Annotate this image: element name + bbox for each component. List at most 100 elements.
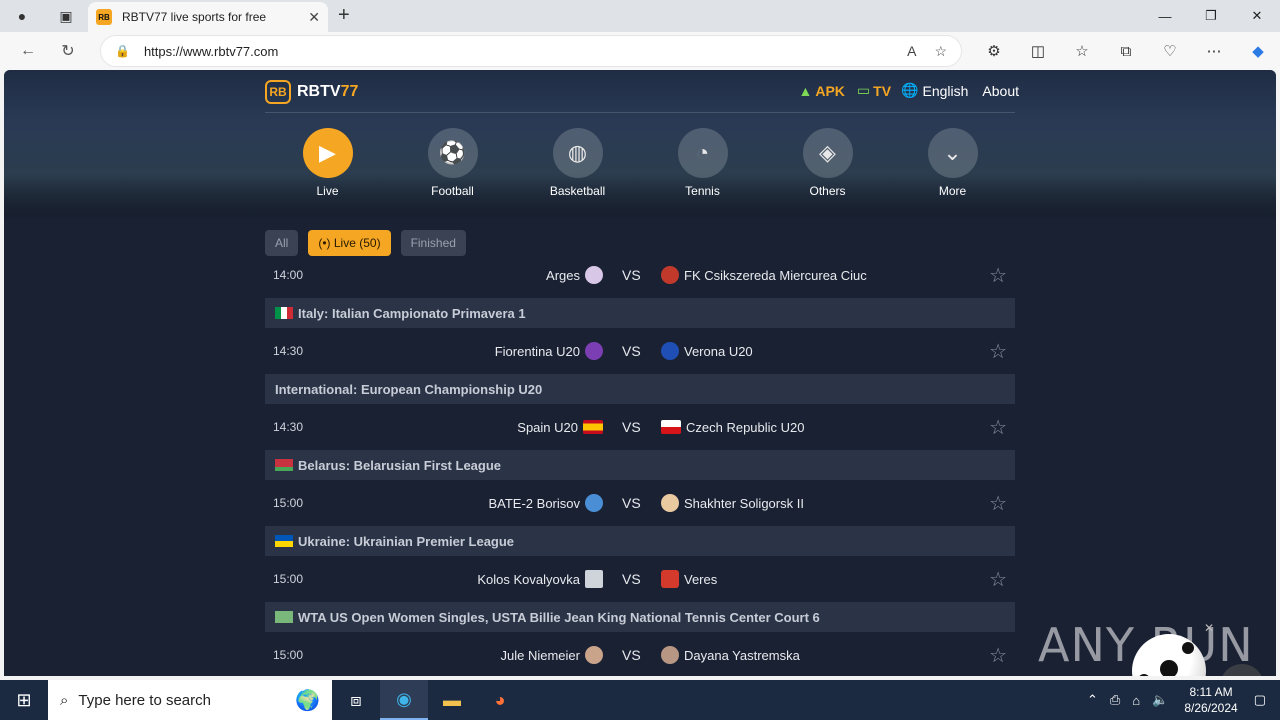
edge-icon[interactable]: ◉ — [380, 680, 428, 720]
vs-label: VS — [622, 647, 641, 663]
volume-icon[interactable]: 🔈 — [1152, 692, 1168, 708]
match-row[interactable]: 14:30 Fiorentina U20 VS Verona U20 ☆ — [265, 336, 1015, 366]
category-basketball[interactable]: ◍ Basketball — [515, 128, 640, 198]
file-explorer-icon[interactable]: ▬ — [428, 680, 476, 720]
notification-icon[interactable]: ▢ — [1254, 692, 1266, 708]
back-icon[interactable]: ← — [8, 35, 48, 67]
home-team: Fiorentina U20 — [495, 342, 603, 360]
favorite-star-icon[interactable]: ☆ — [989, 491, 1007, 516]
tab-title: RBTV77 live sports for free — [122, 10, 267, 24]
favorite-star-icon[interactable]: ☆ — [989, 339, 1007, 364]
player-avatar — [585, 646, 603, 664]
league-name: WTA US Open Women Singles, USTA Billie J… — [298, 609, 820, 625]
apk-link[interactable]: APK — [815, 83, 845, 99]
lock-icon[interactable]: 🔒 — [115, 44, 130, 58]
windows-start-icon[interactable]: ⊞ — [0, 680, 48, 720]
taskbar: ⊞ ⌕ Type here to search 🌍 ⧈ ◉ ▬ ◕ ⌃ ⎙ ⌂ … — [0, 680, 1280, 720]
vs-label: VS — [622, 267, 641, 283]
match-row[interactable]: 15:00 Kolos Kovalyovka VS Veres ☆ — [265, 564, 1015, 594]
about-link[interactable]: About — [982, 83, 1019, 99]
favicon-icon: RB — [96, 9, 112, 25]
league-header: WTA US Open Women Singles, USTA Billie J… — [265, 602, 1015, 632]
league-header: Ukraine: Ukrainian Premier League — [265, 526, 1015, 556]
filter-live[interactable]: (•) Live (50) — [308, 230, 391, 256]
browser-titlebar: ● ▣ RB RBTV77 live sports for free ✕ + —… — [0, 0, 1280, 32]
performance-icon[interactable]: ♡ — [1148, 42, 1192, 60]
italy-flag-icon — [275, 307, 293, 319]
match-row[interactable]: 14:30 Spain U20 VS Czech Republic U20 ☆ — [265, 412, 1015, 442]
away-team: Veres — [661, 570, 717, 588]
match-time: 14:30 — [273, 344, 304, 358]
home-team: Jule Niemeier — [501, 646, 603, 664]
away-team-name: Czech Republic U20 — [686, 419, 805, 435]
extensions-icon[interactable]: ⚙ — [972, 42, 1016, 60]
tv-link[interactable]: TV — [873, 83, 891, 99]
address-bar[interactable]: 🔒 https://www.rbtv77.com A ☆ — [100, 35, 962, 67]
browser-toolbar: ← ↻ 🔒 https://www.rbtv77.com A ☆ ⚙ ◫ ☆ ⧉… — [0, 32, 1280, 70]
top-nav: ▲ APK ▭ TV 🌐 English About — [799, 82, 1020, 99]
football-icon: ⚽ — [427, 128, 478, 178]
more-menu-icon[interactable]: ⋯ — [1192, 42, 1236, 60]
profile-icon[interactable]: ● — [6, 0, 38, 32]
basketball-icon: ◍ — [552, 128, 603, 178]
category-label: Tennis — [685, 184, 720, 198]
tab-actions-icon[interactable]: ▣ — [50, 0, 82, 32]
favorite-star-icon[interactable]: ☆ — [989, 415, 1007, 440]
device-icon[interactable]: ⎙ — [1110, 692, 1120, 708]
away-team-name: Verona U20 — [684, 343, 753, 359]
refresh-icon[interactable]: ↻ — [48, 35, 88, 67]
team-crest-icon — [661, 266, 679, 284]
team-crest-icon — [585, 342, 603, 360]
network-icon[interactable]: ⌂ — [1132, 693, 1140, 708]
league-header: Italy: Italian Campionato Primavera 1 — [265, 298, 1015, 328]
favorites-icon[interactable]: ☆ — [1060, 42, 1104, 60]
firefox-icon[interactable]: ◕ — [476, 680, 524, 720]
match-row[interactable]: 14:00 Arges VS FK Csikszereda Miercurea … — [265, 260, 1015, 290]
copilot-icon[interactable]: ◆ — [1236, 42, 1280, 60]
vs-label: VS — [622, 571, 641, 587]
clock-time: 8:11 AM — [1189, 685, 1233, 699]
favorite-star-icon[interactable]: ☆ — [989, 643, 1007, 668]
favorite-star-icon[interactable]: ☆ — [989, 263, 1007, 288]
brand-name: RBTV — [297, 83, 341, 100]
new-tab-button[interactable]: + — [338, 4, 350, 27]
clock-date: 8/26/2024 — [1184, 701, 1238, 715]
match-row[interactable]: 15:00 Jule Niemeier VS Dayana Yastremska… — [265, 640, 1015, 670]
language-link[interactable]: English — [922, 83, 968, 99]
category-label: Live — [316, 184, 339, 198]
chevron-up-icon[interactable]: ⌃ — [1087, 692, 1098, 708]
site-logo[interactable]: RB RBTV 77 — [265, 80, 358, 104]
favorite-star-icon[interactable]: ☆ — [989, 567, 1007, 592]
category-nav: ▶ Live ⚽ Football ◍ Basketball ◔ Tennis … — [265, 128, 1015, 198]
url-text[interactable]: https://www.rbtv77.com — [144, 44, 889, 59]
system-tray: ⌃ ⎙ ⌂ 🔈 8:11 AM 8/26/2024 ▢ — [1081, 680, 1280, 720]
category-others[interactable]: ◈ Others — [765, 128, 890, 198]
czech-flag-icon — [661, 420, 681, 434]
filter-finished[interactable]: Finished — [400, 230, 466, 256]
browser-tab[interactable]: RB RBTV77 live sports for free ✕ — [88, 2, 328, 32]
clock[interactable]: 8:11 AM 8/26/2024 — [1184, 684, 1237, 716]
category-football[interactable]: ⚽ Football — [390, 128, 515, 198]
minimize-icon[interactable]: — — [1142, 0, 1188, 32]
ukraine-flag-icon — [275, 535, 293, 547]
favorite-star-icon[interactable]: ☆ — [934, 43, 947, 60]
collections-icon[interactable]: ⧉ — [1104, 43, 1148, 60]
league-name: Italy: Italian Campionato Primavera 1 — [298, 305, 526, 321]
split-screen-icon[interactable]: ◫ — [1016, 42, 1060, 60]
category-tennis[interactable]: ◔ Tennis — [640, 128, 765, 198]
taskbar-search[interactable]: ⌕ Type here to search 🌍 — [48, 680, 332, 720]
close-tab-icon[interactable]: ✕ — [308, 9, 320, 26]
read-aloud-icon[interactable]: A — [907, 43, 916, 59]
match-time: 15:00 — [273, 496, 304, 510]
home-team-name: BATE-2 Borisov — [488, 495, 580, 511]
close-window-icon[interactable]: ✕ — [1234, 0, 1280, 32]
restore-icon[interactable]: ❐ — [1188, 0, 1234, 32]
vs-label: VS — [622, 343, 641, 359]
match-row[interactable]: 15:00 BATE-2 Borisov VS Shakhter Soligor… — [265, 488, 1015, 518]
task-view-icon[interactable]: ⧈ — [332, 680, 380, 720]
close-ad-icon[interactable]: ✕ — [1204, 621, 1214, 635]
search-highlight-icon: 🌍 — [295, 689, 320, 712]
category-live[interactable]: ▶ Live — [265, 128, 390, 198]
category-more[interactable]: ⌄ More — [890, 128, 1015, 198]
filter-all[interactable]: All — [265, 230, 299, 256]
